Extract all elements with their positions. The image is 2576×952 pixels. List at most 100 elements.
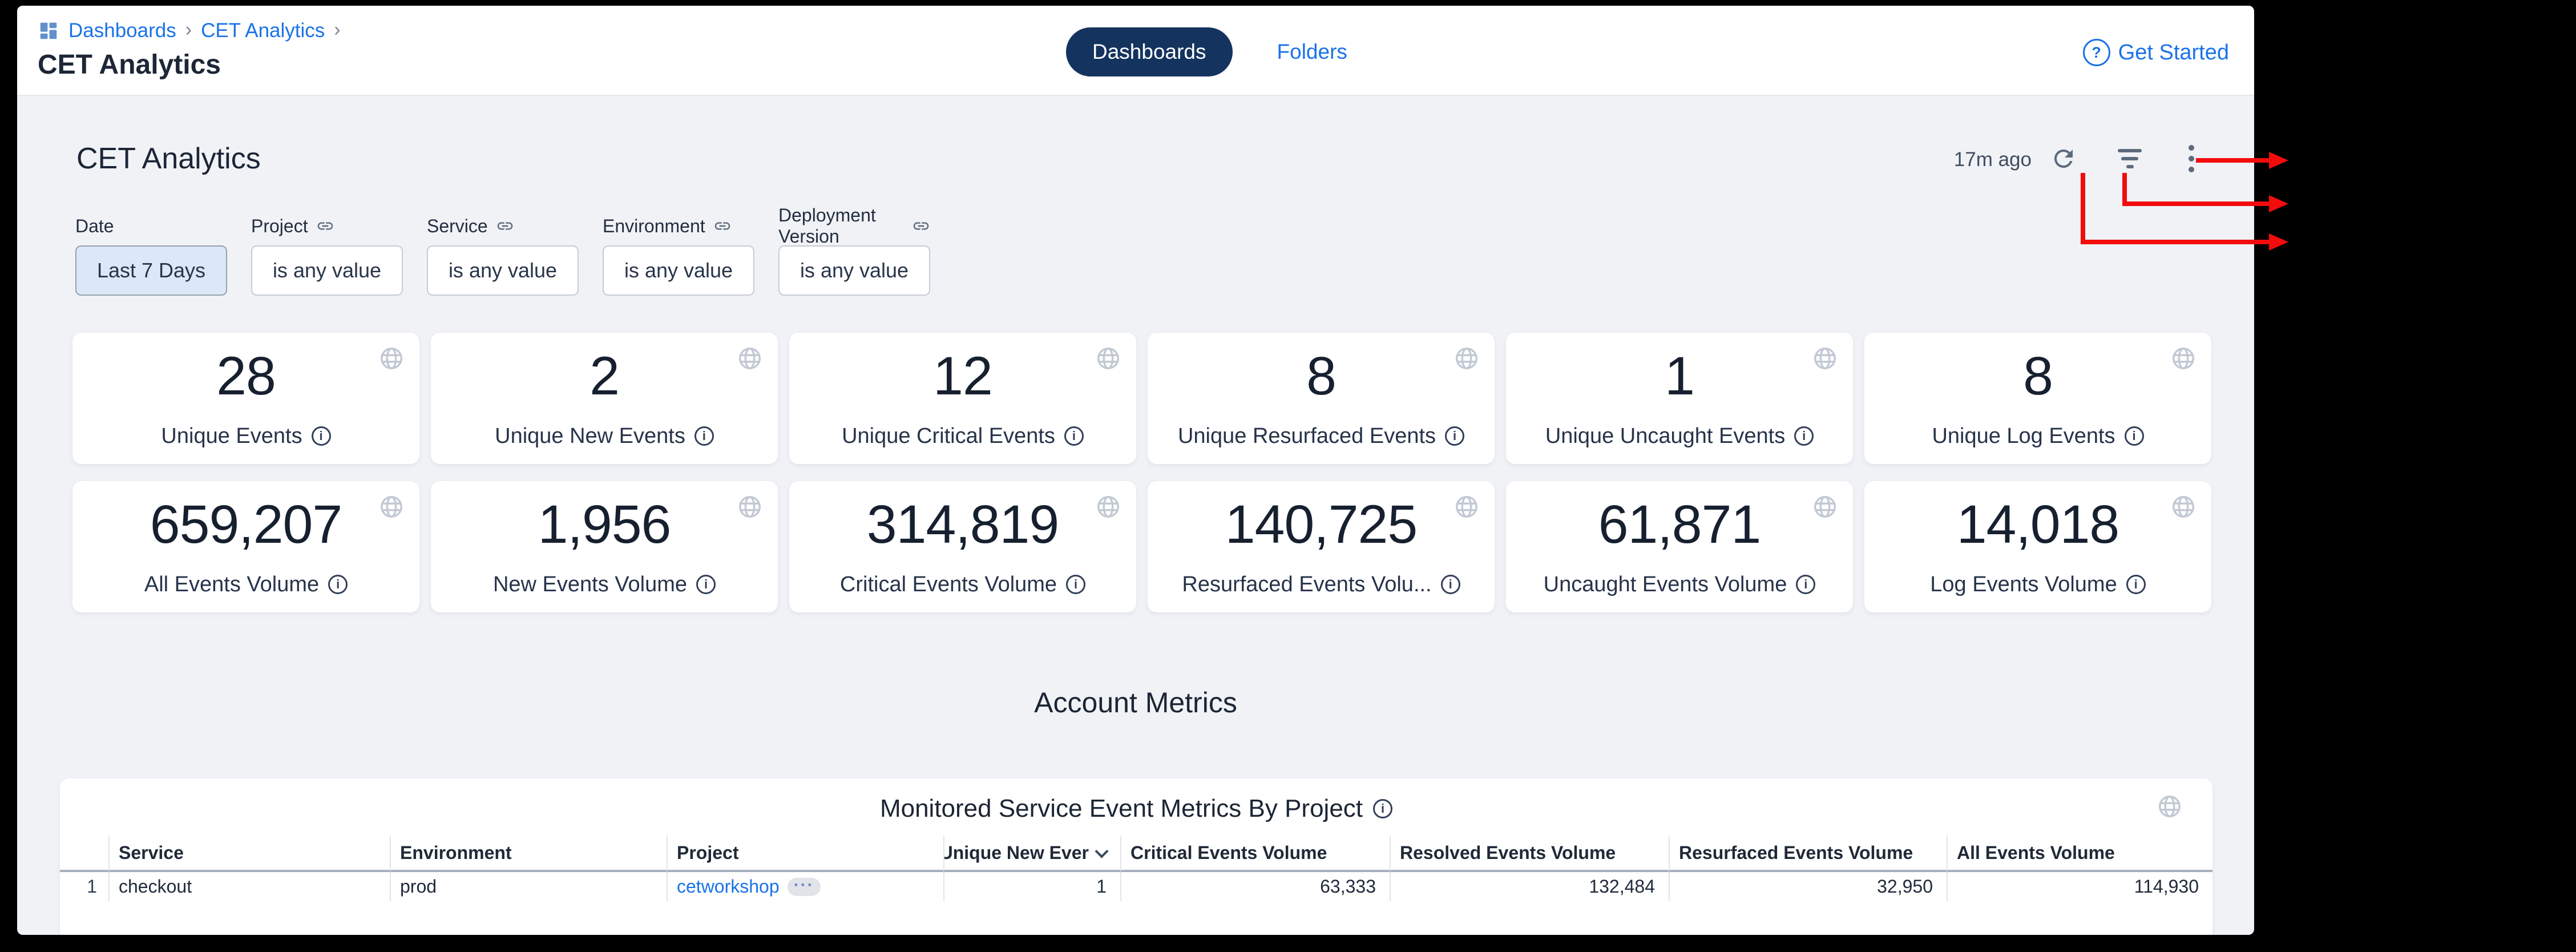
tile-unique-events: 28 Unique Events [72, 333, 419, 464]
table-title: Monitored Service Event Metrics By Proje… [880, 794, 1363, 823]
kebab-menu-icon[interactable] [2178, 145, 2205, 172]
project-options-icon[interactable] [788, 878, 821, 896]
metric-label: New Events Volume [493, 572, 687, 597]
get-started-link[interactable]: Get Started [2083, 39, 2229, 66]
globe-icon [2157, 793, 2183, 820]
info-icon[interactable] [696, 575, 716, 594]
link-icon [713, 217, 732, 235]
filter-bar: Date Last 7 Days Project is any value Se… [75, 215, 930, 296]
metric-label: Unique Events [161, 424, 302, 449]
filter-deployment-version-chip[interactable]: is any value [778, 245, 930, 296]
cell-project: cetworkshop [667, 872, 943, 901]
tile-unique-critical-events: 12 Unique Critical Events [789, 333, 1136, 464]
page-title: CET Analytics [38, 49, 221, 80]
breadcrumb: Dashboards › CET Analytics › [38, 19, 341, 42]
tile-critical-events-volume: 314,819 Critical Events Volume [789, 481, 1136, 612]
metric-value: 14,018 [1864, 494, 2211, 556]
column-header-unique-new-events[interactable]: Unique New Ever [943, 836, 1120, 872]
link-icon [912, 217, 930, 235]
breadcrumb-dashboards-link[interactable]: Dashboards [68, 19, 176, 42]
filter-project-label: Project [251, 216, 308, 237]
help-question-icon [2083, 39, 2110, 66]
data-table: Service Environment Project Unique New E… [60, 836, 2212, 901]
screenshot-stage: Dashboards › CET Analytics › CET Analyti… [0, 0, 2576, 952]
metric-label: All Events Volume [144, 572, 319, 597]
column-header-resurfaced-events-volume[interactable]: Resurfaced Events Volume [1669, 836, 1947, 872]
column-header-all-events-volume[interactable]: All Events Volume [1947, 836, 2212, 872]
tab-dashboards[interactable]: Dashboards [1066, 27, 1233, 76]
info-icon[interactable] [1373, 799, 1392, 818]
tile-new-events-volume: 1,956 New Events Volume [431, 481, 778, 612]
metric-label: Unique Uncaught Events [1545, 424, 1785, 449]
filter-service-chip[interactable]: is any value [427, 245, 579, 296]
info-icon[interactable] [695, 426, 714, 446]
filter-environment-chip[interactable]: is any value [603, 245, 754, 296]
column-header-environment[interactable]: Environment [390, 836, 667, 872]
column-header-resolved-events-volume[interactable]: Resolved Events Volume [1390, 836, 1669, 872]
info-icon[interactable] [2125, 426, 2144, 446]
info-icon[interactable] [1796, 575, 1815, 594]
breadcrumb-separator-icon: › [185, 19, 192, 41]
cell-resurfaced-events-volume: 32,950 [1669, 872, 1947, 901]
column-header-critical-events-volume[interactable]: Critical Events Volume [1120, 836, 1390, 872]
top-tabs: Dashboards Folders [1066, 27, 1347, 76]
info-icon[interactable] [1445, 426, 1464, 446]
metric-label: Unique Resurfaced Events [1178, 424, 1436, 449]
metric-label: Uncaught Events Volume [1544, 572, 1787, 597]
info-icon[interactable] [1794, 426, 1814, 446]
metric-value: 12 [789, 345, 1136, 408]
metric-value: 659,207 [72, 494, 419, 556]
last-refresh-time: 17m ago [1900, 148, 2032, 171]
refresh-icon[interactable] [2050, 145, 2077, 172]
metric-label: Critical Events Volume [840, 572, 1057, 597]
metric-label: Unique Log Events [1932, 424, 2115, 449]
metric-value: 61,871 [1506, 494, 1853, 556]
metric-label: Log Events Volume [1930, 572, 2117, 597]
tile-row-2: 659,207 All Events Volume 1,956 New Even… [72, 481, 2211, 612]
breadcrumb-separator-icon: › [334, 19, 340, 41]
info-icon[interactable] [1066, 575, 1085, 594]
column-header-project[interactable]: Project [667, 836, 943, 872]
info-icon[interactable] [328, 575, 348, 594]
info-icon[interactable] [312, 426, 331, 446]
sort-descending-icon [1095, 844, 1108, 858]
filter-service-label: Service [427, 216, 488, 237]
section-heading-account-metrics: Account Metrics [17, 686, 2254, 719]
breadcrumb-cet-analytics-link[interactable]: CET Analytics [201, 19, 325, 42]
project-link[interactable]: cetworkshop [677, 876, 780, 897]
metric-label: Resurfaced Events Volu... [1182, 572, 1431, 597]
metric-value: 8 [1864, 345, 2211, 408]
metric-label: Unique New Events [495, 424, 685, 449]
metric-value: 8 [1148, 345, 1495, 408]
info-icon[interactable] [2126, 575, 2146, 594]
table-card: Monitored Service Event Metrics By Proje… [60, 778, 2212, 935]
tab-folders[interactable]: Folders [1277, 40, 1347, 64]
app-window: Dashboards › CET Analytics › CET Analyti… [17, 6, 2254, 935]
link-icon [496, 217, 514, 235]
get-started-label: Get Started [2118, 41, 2229, 65]
tile-uncaught-events-volume: 61,871 Uncaught Events Volume [1506, 481, 1853, 612]
column-header-service[interactable]: Service [108, 836, 390, 872]
metric-value: 314,819 [789, 494, 1136, 556]
filter-environment: Environment is any value [603, 215, 754, 296]
filter-environment-label: Environment [603, 216, 705, 237]
row-number: 1 [60, 872, 108, 901]
column-header-rownum [60, 836, 108, 872]
top-bar: Dashboards › CET Analytics › CET Analyti… [17, 6, 2254, 96]
tile-unique-resurfaced-events: 8 Unique Resurfaced Events [1148, 333, 1495, 464]
cell-environment: prod [390, 872, 667, 901]
tile-unique-new-events: 2 Unique New Events [431, 333, 778, 464]
cell-all-events-volume: 114,930 [1947, 872, 2212, 901]
tile-all-events-volume: 659,207 All Events Volume [72, 481, 419, 612]
dashboard-title: CET Analytics [76, 142, 261, 176]
cell-resolved-events-volume: 132,484 [1390, 872, 1669, 901]
info-icon[interactable] [1441, 575, 1460, 594]
filter-deployment-version-label: Deployment Version [778, 205, 904, 247]
link-icon [316, 217, 334, 235]
cell-critical-events-volume: 63,333 [1120, 872, 1390, 901]
filter-icon[interactable] [2116, 145, 2143, 172]
metric-value: 1 [1506, 345, 1853, 408]
info-icon[interactable] [1064, 426, 1084, 446]
filter-date-chip[interactable]: Last 7 Days [75, 245, 227, 296]
filter-project-chip[interactable]: is any value [251, 245, 403, 296]
